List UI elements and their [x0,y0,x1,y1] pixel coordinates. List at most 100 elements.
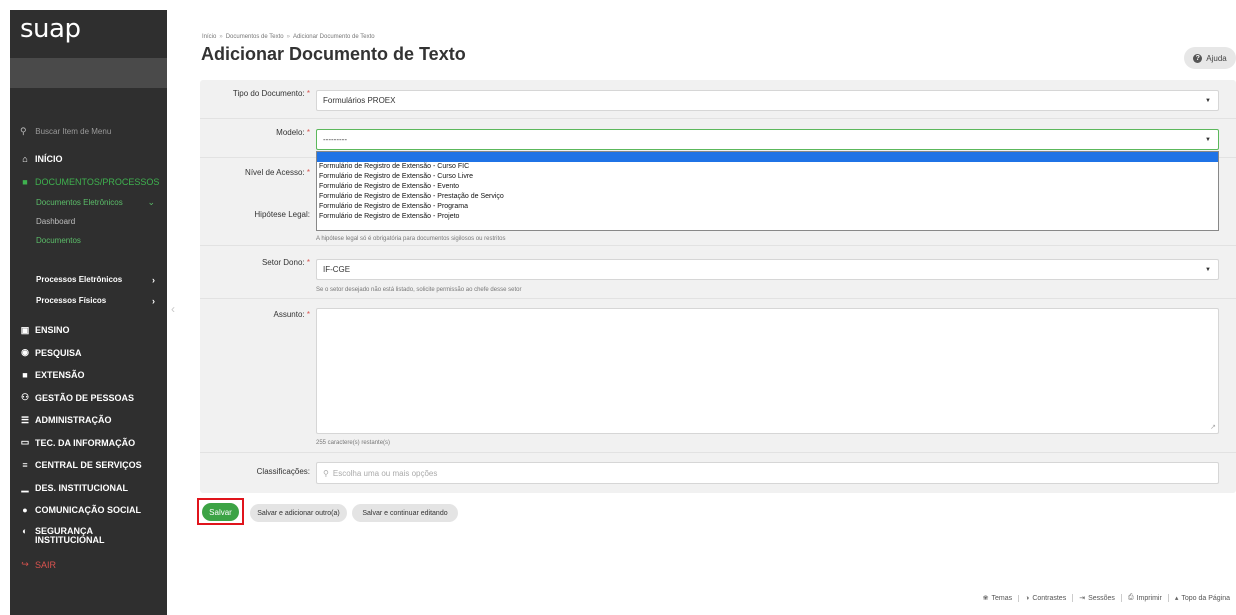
breadcrumb-item-inicio[interactable]: Início [202,34,216,40]
footer-link-label: Contrastes [1032,594,1067,602]
user-profile-area[interactable] [10,58,167,88]
chart-icon: ▁ [21,482,29,493]
menu-search[interactable]: ⚲ Buscar Item de Menu [10,88,167,148]
dropdown-option-prestacao-servico[interactable]: Formulário de Registro de Extensão - Pre… [317,192,1218,202]
help-button[interactable]: ? Ajuda [1184,47,1236,69]
contrast-icon: ◑ [1025,594,1030,602]
sidebar-item-documentos-eletronicos[interactable]: Documentos Eletrônicos ⌄ [10,193,167,212]
sidebar-item-pesquisa[interactable]: ◉ PESQUISA [10,342,167,365]
sidebar-item-label: Processos Físicos [36,296,107,305]
modelo-label: Modelo: * [200,128,310,137]
salvar-adicionar-button[interactable]: Salvar e adicionar outro(a) [250,504,347,522]
breadcrumb-separator: » [286,34,290,40]
tipo-documento-label: Tipo do Documento: * [200,89,310,98]
row-divider [200,118,1236,119]
sidebar-item-central-servicos[interactable]: ≡ CENTRAL DE SERVIÇOS [10,454,167,477]
row-divider [200,452,1236,453]
salvar-button[interactable]: Salvar [202,503,239,521]
hipotese-legal-help: A hipótese legal só é obrigatória para d… [316,236,506,242]
footer-contrastes[interactable]: ◑ Contrastes [1018,594,1072,602]
chevron-down-icon: ⌄ [147,197,155,207]
footer-sessoes[interactable]: ⇥ Sessões [1072,594,1121,602]
sidebar-item-comunicacao-social[interactable]: ● COMUNICAÇÃO SOCIAL [10,499,167,522]
footer-topo[interactable]: ▴ Topo da Página [1167,594,1236,602]
label-text: Tipo do Documento: [232,89,305,98]
sidebar-item-label: CENTRAL DE SERVIÇOS [35,460,142,471]
dropdown-option-curso-livre[interactable]: Formulário de Registro de Extensão - Cur… [317,172,1218,182]
row-divider [200,245,1236,246]
globe-icon: ◉ [21,347,29,358]
modelo-select[interactable]: --------- ▼ [316,129,1219,150]
sidebar-item-label: INÍCIO [35,154,63,165]
list-icon: ☰ [20,414,30,425]
sidebar-item-administracao[interactable]: ☰ ADMINISTRAÇÃO [10,409,167,432]
sidebar-item-ensino[interactable]: ▣ ENSINO [10,319,167,342]
setor-dono-select[interactable]: IF-CGE ▼ [316,259,1219,280]
sidebar-item-documentos[interactable]: Documentos [10,231,167,250]
search-icon: ⚲ [323,468,329,478]
print-icon: ⎙ [1127,594,1134,601]
breadcrumb-item-documentos[interactable]: Documentos de Texto [226,34,284,40]
chevron-right-icon: › [152,295,155,306]
sidebar-item-des-institucional[interactable]: ▁ DES. INSTITUCIONAL [10,477,167,500]
dropdown-option-empty[interactable]: --------- [317,152,1218,162]
sidebar-item-sair[interactable]: ↪ SAIR [10,554,167,577]
shield-icon: ◐ [22,525,28,536]
sidebar-item-processos-fisicos[interactable]: Processos Físicos › [10,290,167,311]
sidebar-item-inicio[interactable]: ⌂ INÍCIO [10,148,167,171]
footer-imprimir[interactable]: ⎙ Imprimir [1120,594,1168,602]
sidebar-item-dashboard[interactable]: Dashboard [10,212,167,231]
sidebar-item-label: ENSINO [35,325,70,336]
submenu-spacer [10,250,167,269]
sidebar-item-label: Documentos [36,236,81,245]
sidebar-item-label: SEGURANÇA INSTITUCIONAL [35,526,105,545]
footer-link-label: Temas [991,594,1013,602]
sidebar-item-gestao-pessoas[interactable]: ⚇ GESTÃO DE PESSOAS [10,387,167,410]
building-icon: ■ [22,370,28,381]
sidebar-submenu: Documentos Eletrônicos ⌄ Dashboard Docum… [10,193,167,319]
setor-dono-help: Se o setor desejado não está listado, so… [316,287,522,293]
sidebar-item-documentos-processos[interactable]: ■ DOCUMENTOS/PROCESSOS [10,171,167,194]
assunto-textarea[interactable]: ↗ [316,308,1219,434]
salvar-continuar-button[interactable]: Salvar e continuar editando [352,504,458,522]
label-text: Hipótese Legal: [254,210,310,219]
laptop-icon: ▭ [20,437,30,448]
resize-handle-icon[interactable]: ↗ [1210,423,1216,431]
sidebar-item-label: PESQUISA [35,347,82,358]
classificacoes-multiselect[interactable]: ⚲ Escolha uma ou mais opções [316,462,1219,484]
search-icon: ⚲ [20,126,27,136]
dropdown-option-programa[interactable]: Formulário de Registro de Extensão - Pro… [317,202,1218,212]
footer-temas[interactable]: ❀ Temas [977,594,1019,603]
sign-out-icon: ↪ [21,559,29,570]
sidebar-item-processos-eletronicos[interactable]: Processos Eletrônicos › [10,269,167,290]
tipo-documento-select[interactable]: Formulários PROEX ▼ [316,90,1219,111]
breadcrumb: Início» Documentos de Texto» Adicionar Doc… [202,34,375,40]
multiselect-placeholder: Escolha uma ou mais opções [332,468,438,478]
chevron-right-icon: › [152,274,155,285]
dropdown-option-curso-fic[interactable]: Formulário de Registro de Extensão - Cur… [317,162,1218,172]
option-label: --------- [319,153,340,160]
required-mark: * [306,258,310,267]
sidebar-item-label: Documentos Eletrônicos [36,198,123,207]
sidebar-item-label: TEC. DA INFORMAÇÃO [35,437,136,448]
suap-logo[interactable]: suap [10,10,167,56]
footer-link-label: Topo da Página [1181,594,1230,602]
select-value: IF-CGE [323,265,351,274]
sidebar-item-tec-informacao[interactable]: ▭ TEC. DA INFORMAÇÃO [10,432,167,455]
sidebar: suap ⚲ Buscar Item de Menu ⌂ INÍCIO ■ DO… [10,10,167,615]
required-mark: * [306,310,310,319]
menu-lines-icon: ≡ [22,460,28,471]
sidebar-collapse-toggle[interactable]: ‹ [171,302,175,316]
breadcrumb-separator: » [219,34,223,40]
submenu-spacer [10,311,167,319]
sidebar-item-seguranca-institucional[interactable]: ◐ SEGURANÇA INSTITUCIONAL [10,522,167,554]
required-mark: * [306,128,310,137]
dropdown-option-evento[interactable]: Formulário de Registro de Extensão - Eve… [317,182,1218,192]
dropdown-option-projeto[interactable]: Formulário de Registro de Extensão - Pro… [317,212,1218,222]
sidebar-item-label: COMUNICAÇÃO SOCIAL [35,505,141,516]
label-text: Assunto: [273,310,305,319]
caret-down-icon: ▼ [1205,97,1211,104]
label-text: Modelo: [276,128,305,137]
label-text: Nível de Acesso: [245,168,305,177]
sidebar-item-extensao[interactable]: ■ EXTENSÃO [10,364,167,387]
